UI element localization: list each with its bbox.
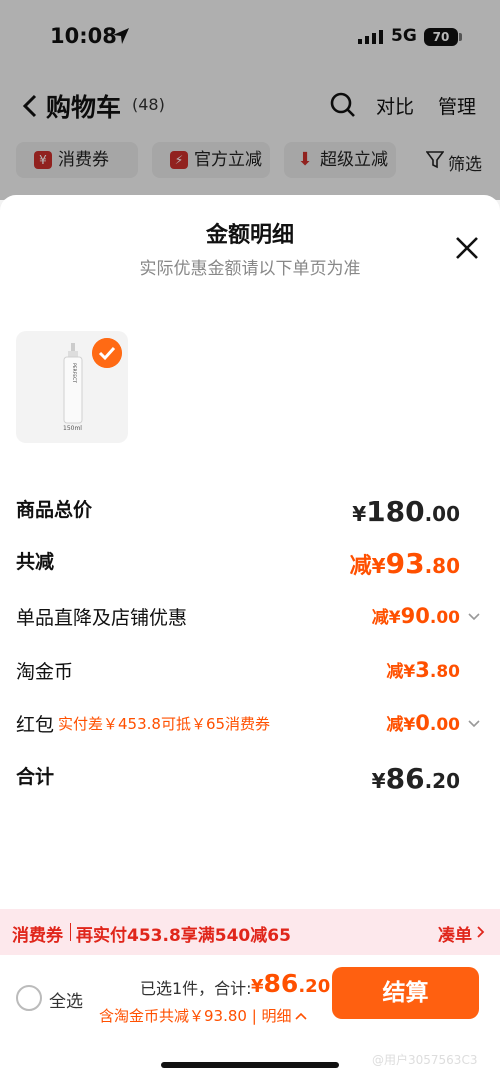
bottle-volume-label: 150ml (63, 425, 82, 432)
row-label: 淘金币 (16, 661, 74, 683)
selected-check-icon[interactable] (92, 338, 122, 368)
row-label: 单品直降及店铺优惠 (16, 607, 188, 629)
row-value: ¥86.20 (371, 762, 460, 795)
select-all-radio[interactable] (16, 985, 42, 1011)
chevron-down-icon[interactable] (468, 613, 480, 621)
svg-text:PERFECT: PERFECT (71, 363, 77, 383)
row-total-price: 商品总价 ¥180.00 (16, 495, 484, 529)
row-label: 共减 (16, 551, 55, 573)
add-more-link[interactable]: 凑单 (438, 921, 472, 946)
row-gold-coin: 淘金币 减¥3.80 (16, 657, 484, 691)
product-bottle-image: PERFECT (63, 343, 83, 424)
row-value: 减¥93.80 (349, 547, 460, 580)
discount-detail-toggle[interactable]: 含淘金币共减￥93.80 | 明细 (99, 1005, 307, 1026)
row-label: 商品总价 (16, 499, 93, 521)
row-value: 减¥3.80 (386, 658, 460, 682)
chevron-right-icon (477, 926, 485, 938)
close-icon[interactable] (454, 235, 480, 261)
footer-total: ¥86.20 (251, 969, 331, 998)
home-indicator (161, 1062, 339, 1068)
row-label: 红包 (16, 714, 55, 736)
selected-summary: 已选1件，合计: (140, 979, 252, 998)
sheet-subtitle: 实际优惠金额请以下单页为准 (139, 259, 361, 279)
chevron-down-icon[interactable] (468, 720, 480, 728)
amount-detail-sheet: 金额明细 实际优惠金额请以下单页为准 PERFECT 150ml 商品总价 ¥1… (0, 195, 500, 1084)
row-value: ¥180.00 (352, 495, 460, 528)
row-total-discount: 共减 减¥93.80 (16, 547, 484, 581)
coupon-tag: 消费券 (12, 926, 63, 946)
coupon-promo-bar[interactable]: 消费券 再实付453.8享满540减65 凑单 (0, 909, 500, 955)
select-all-label[interactable]: 全选 (49, 987, 83, 1012)
modal-overlay[interactable] (0, 0, 500, 200)
row-red-packet[interactable]: 红包 实付差￥453.8可抵￥65消费券 减¥0.00 (16, 710, 484, 744)
chevron-up-icon (294, 1012, 307, 1020)
watermark: @用户3057563C3 (372, 1053, 478, 1067)
checkout-button[interactable]: 结算 (332, 967, 479, 1019)
coupon-text: 再实付453.8享满540减65 (76, 926, 291, 946)
coupon-divider (70, 923, 71, 941)
row-shop-discount[interactable]: 单品直降及店铺优惠 减¥90.00 (16, 603, 484, 637)
row-sum: 合计 ¥86.20 (16, 762, 484, 796)
sheet-title: 金额明细 (205, 223, 294, 248)
row-label: 合计 (16, 766, 55, 788)
checkout-footer: 全选 已选1件，合计: ¥86.20 含淘金币共减￥93.80 | 明细 结算 … (0, 955, 500, 1084)
row-value: 减¥0.00 (386, 711, 460, 735)
red-packet-note: 实付差￥453.8可抵￥65消费券 (58, 715, 271, 733)
row-value: 减¥90.00 (371, 604, 460, 628)
